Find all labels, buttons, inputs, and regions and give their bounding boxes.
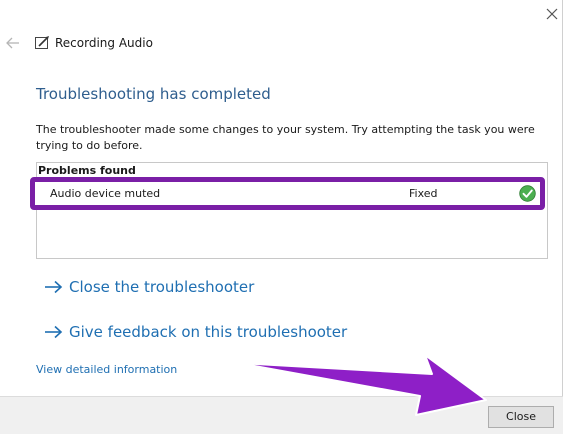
- page-title: Troubleshooting has completed: [36, 85, 271, 103]
- close-troubleshooter-link[interactable]: Close the troubleshooter: [44, 276, 254, 298]
- arrow-right-icon: [45, 325, 63, 339]
- back-arrow-icon[interactable]: [4, 35, 22, 51]
- give-feedback-link[interactable]: Give feedback on this troubleshooter: [44, 321, 347, 343]
- check-icon: [519, 185, 536, 202]
- troubleshooter-window: Recording Audio Troubleshooting has comp…: [0, 0, 563, 434]
- close-icon[interactable]: [541, 3, 563, 25]
- footer-bar: [0, 396, 563, 434]
- problem-status: Fixed: [409, 187, 438, 200]
- close-button[interactable]: Close: [488, 406, 554, 428]
- close-troubleshooter-label: Close the troubleshooter: [69, 278, 255, 296]
- problem-name: Audio device muted: [50, 187, 161, 200]
- give-feedback-label: Give feedback on this troubleshooter: [69, 323, 348, 341]
- problems-header: Problems found: [38, 164, 136, 177]
- troubleshooter-app-icon: [35, 36, 49, 49]
- window-title: Recording Audio: [55, 36, 153, 50]
- arrow-right-icon: [45, 280, 63, 294]
- problem-row-audio-device-muted[interactable]: Audio device muted Fixed: [30, 177, 545, 210]
- description-text: The troubleshooter made some changes to …: [36, 123, 535, 152]
- view-detailed-information-link[interactable]: View detailed information: [36, 362, 177, 377]
